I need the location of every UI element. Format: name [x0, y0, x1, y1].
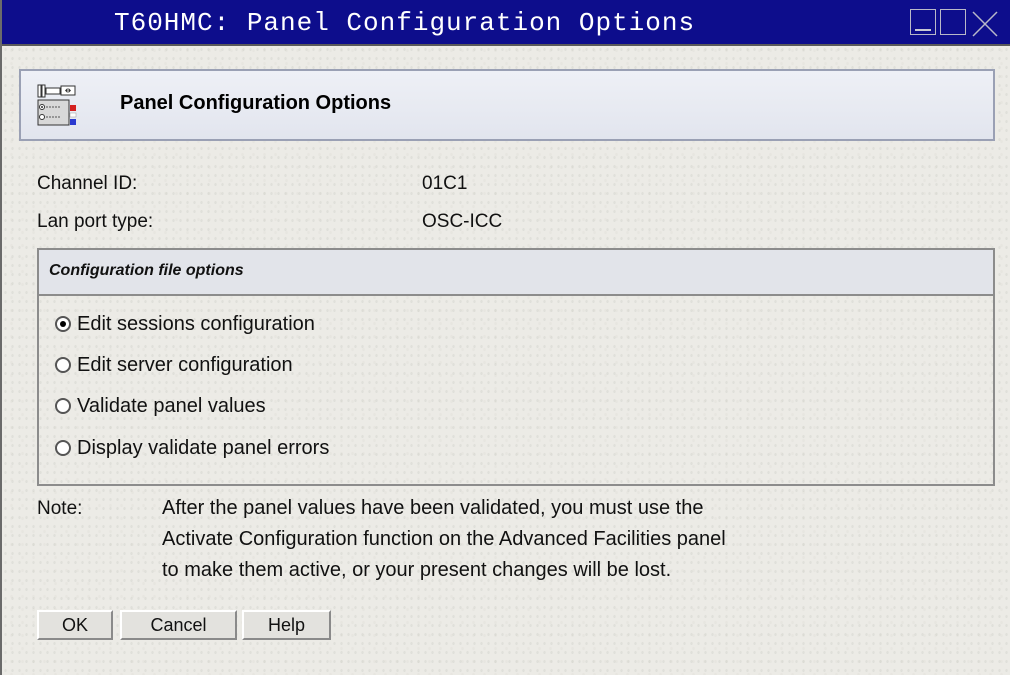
radio-button[interactable] [55, 398, 71, 414]
radio-button[interactable] [55, 440, 71, 456]
note-line: After the panel values have been validat… [162, 497, 704, 519]
radio-button-selected[interactable] [55, 316, 71, 332]
option-edit-server[interactable]: Edit server configuration [55, 350, 293, 380]
option-label: Validate panel values [77, 394, 266, 417]
group-header: Configuration file options [39, 250, 993, 296]
minimize-button[interactable] [910, 9, 936, 35]
channel-id-value: 01C1 [422, 173, 468, 194]
lan-port-type-label: Lan port type: [37, 211, 154, 232]
ok-button[interactable]: OK [37, 610, 113, 640]
note-label: Note: [37, 498, 83, 519]
window-controls [910, 9, 1010, 39]
dialog-window: T60HMC: Panel Configuration Options Pane… [0, 0, 1010, 675]
channel-id-label: Channel ID: [37, 173, 138, 194]
window-title: T60HMC: Panel Configuration Options [114, 8, 696, 38]
option-edit-sessions[interactable]: Edit sessions configuration [55, 309, 315, 339]
radio-button[interactable] [55, 357, 71, 373]
group-title: Configuration file options [49, 262, 244, 279]
lan-port-type-value: OSC-ICC [422, 211, 503, 232]
option-label: Display validate panel errors [77, 436, 330, 459]
option-label: Edit server configuration [77, 353, 293, 376]
panel-header: Panel Configuration Options [19, 69, 995, 141]
help-button[interactable]: Help [242, 610, 331, 640]
cancel-button[interactable]: Cancel [120, 610, 237, 640]
close-button[interactable] [970, 9, 998, 37]
panel-config-icon [37, 84, 77, 126]
configuration-file-options-group: Configuration file options Edit sessions… [37, 248, 995, 486]
close-icon [972, 11, 998, 37]
option-display-validate-errors[interactable]: Display validate panel errors [55, 433, 329, 463]
maximize-button[interactable] [940, 9, 966, 35]
note-line: Activate Configuration function on the A… [162, 528, 726, 550]
note-line: to make them active, or your present cha… [162, 559, 672, 581]
title-bar[interactable]: T60HMC: Panel Configuration Options [2, 0, 1010, 46]
option-label: Edit sessions configuration [77, 312, 315, 335]
panel-title: Panel Configuration Options [120, 92, 392, 114]
option-validate-panel-values[interactable]: Validate panel values [55, 391, 266, 421]
